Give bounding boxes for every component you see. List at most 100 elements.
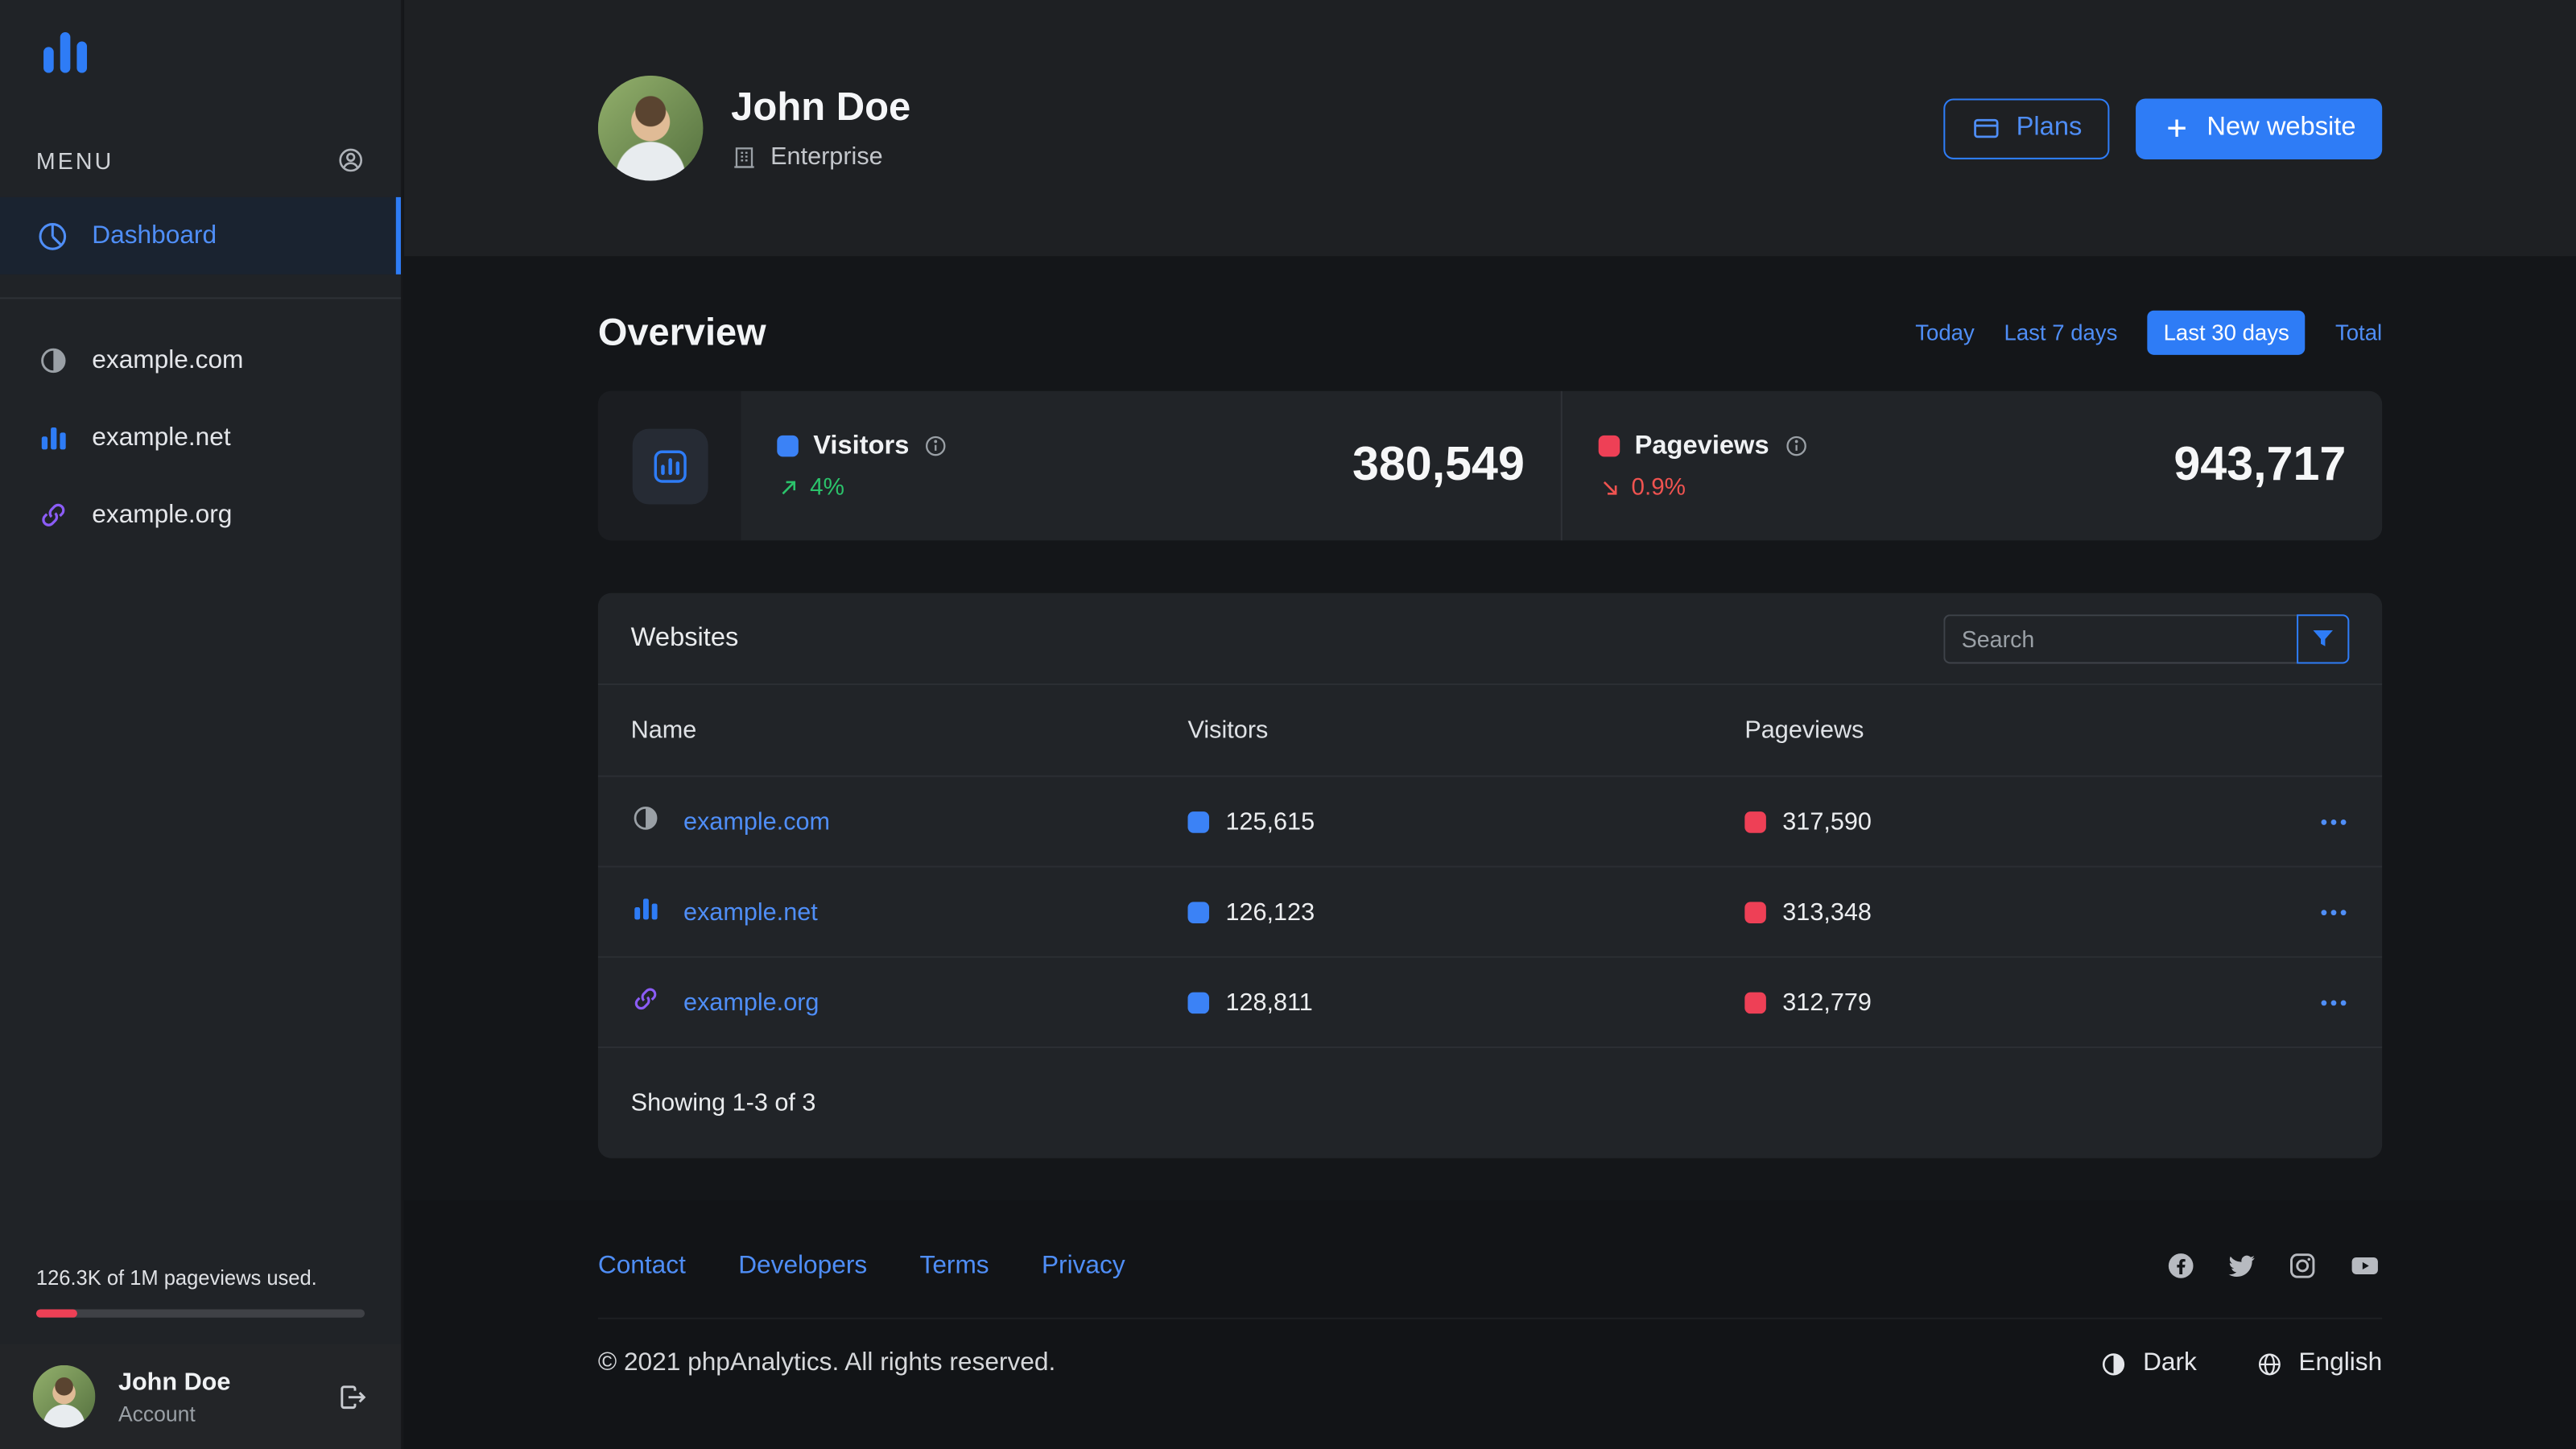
twitter-icon[interactable] [2226,1250,2257,1282]
contrast-icon [2100,1350,2128,1378]
usage-section: 126.3K of 1M pageviews used. [0,1266,401,1344]
sidebar-nav: Dashboard example.com example.net exampl… [0,196,401,554]
table-row: example.org 128,811 312,779 [597,956,2383,1046]
menu-heading: MENU [35,147,114,174]
new-website-button[interactable]: New website [2136,97,2383,159]
sidebar-item-example-net[interactable]: example.net [0,399,401,477]
sidebar-item-label: Dashboard [92,221,217,250]
stat-delta-value: 4% [810,473,844,501]
user-circle-icon[interactable] [336,147,365,175]
filter-today[interactable]: Today [1915,320,1975,345]
main: John Doe Enterprise Plans New website Ov… [404,0,2576,1449]
stat-label: Pageviews [1634,431,1769,460]
table-row: example.com 125,615 317,590 [597,775,2383,865]
footer-link-contact[interactable]: Contact [598,1251,686,1281]
facebook-icon[interactable] [2165,1250,2197,1282]
filter-last-7-days[interactable]: Last 7 days [2004,320,2118,345]
footer-link-privacy[interactable]: Privacy [1042,1251,1125,1281]
visitors-swatch [1187,811,1210,832]
row-actions-button[interactable] [2284,896,2350,927]
account-role: Account [118,1400,196,1426]
account-meta: John Doe Account [118,1368,314,1425]
trend-up-icon [777,476,800,499]
stat-delta-value: 0.9% [1631,473,1686,501]
search-input[interactable] [1943,613,2297,663]
app: MENU Dashboard example.com example.net e… [0,0,2576,1449]
avatar [597,75,704,181]
website-link[interactable]: example.com [683,807,830,836]
date-filters: Today Last 7 days Last 30 days Total [1915,310,2382,355]
sidebar: MENU Dashboard example.com example.net e… [0,0,402,1449]
bar-chart-icon [631,894,661,930]
row-actions-button[interactable] [2284,806,2350,837]
stat-visitors: Visitors 4% 380,549 [741,391,1560,541]
contrast-icon [631,803,661,840]
visitors-count: 126,123 [1225,898,1315,926]
credit-card-icon [1972,114,2002,143]
stat-label: Visitors [813,431,910,460]
pageviews-count: 312,779 [1782,988,1872,1017]
social-links [2165,1250,2382,1282]
websites-card: Websites Search Name Visitors Pageviews … [597,592,2383,1158]
account-card[interactable]: John Doe Account [0,1344,401,1449]
table-header: Name Visitors Pageviews [597,683,2383,775]
filter-total[interactable]: Total [2335,320,2382,345]
logo-icon [0,0,401,90]
building-icon [731,144,758,171]
card-title: Websites [630,623,739,652]
logout-icon[interactable] [336,1381,368,1412]
filter-button[interactable] [2297,613,2350,663]
youtube-icon[interactable] [2347,1250,2382,1282]
plan-label: Enterprise [770,142,883,171]
usage-progress-bar [35,1309,365,1318]
visitors-count: 125,615 [1225,807,1315,836]
footer-link-developers[interactable]: Developers [738,1251,867,1281]
visitors-swatch [1187,901,1210,923]
funnel-icon [2310,625,2336,652]
section-title: Overview [597,310,766,353]
pageviews-swatch [1744,991,1766,1013]
sidebar-item-label: example.org [92,500,233,529]
avatar [32,1364,96,1428]
footer-link-terms[interactable]: Terms [920,1251,989,1281]
footer: Contact Developers Terms Privacy © 2021 … [404,1200,2576,1449]
pie-chart-icon [36,219,69,252]
content: Overview Today Last 7 days Last 30 days … [404,256,2576,1201]
instagram-icon[interactable] [2287,1250,2318,1282]
menu-header: MENU [0,90,401,197]
column-header-visitors: Visitors [1187,716,1269,745]
pageviews-swatch [1744,901,1766,923]
pageviews-count: 317,590 [1782,807,1872,836]
language-selector[interactable]: English [2256,1349,2382,1379]
bar-chart-icon [36,422,69,453]
visitors-swatch [777,435,799,457]
sidebar-item-example-org[interactable]: example.org [0,477,401,554]
globe-icon [2256,1350,2284,1378]
stats-card: Visitors 4% 380,549 Pageviews 0.9% 943,7… [597,390,2383,541]
sidebar-item-label: example.net [92,423,231,452]
column-header-name: Name [630,716,697,745]
footer-links: Contact Developers Terms Privacy [598,1251,1125,1281]
sidebar-item-example-com[interactable]: example.com [0,322,401,399]
visitors-count: 128,811 [1225,988,1313,1017]
visitors-value: 380,549 [1352,438,1525,492]
row-actions-button[interactable] [2284,987,2350,1018]
topbar: John Doe Enterprise Plans New website [404,0,2576,257]
pagination-status: Showing 1-3 of 3 [597,1046,2383,1158]
stat-pageviews: Pageviews 0.9% 943,717 [1560,390,2382,541]
sidebar-item-label: example.com [92,345,244,374]
website-link[interactable]: example.org [683,989,819,1017]
plans-button[interactable]: Plans [1943,97,2111,159]
contrast-icon [36,345,69,377]
pageviews-swatch [1744,811,1766,832]
info-icon[interactable] [924,434,949,459]
theme-toggle[interactable]: Dark [2100,1349,2197,1379]
sidebar-divider [0,297,401,299]
filter-last-30-days[interactable]: Last 30 days [2147,310,2306,355]
page-title: John Doe [731,85,911,130]
pageviews-value: 943,717 [2174,438,2347,492]
website-link[interactable]: example.net [683,898,818,926]
sidebar-item-dashboard[interactable]: Dashboard [0,196,401,275]
stats-icon-zone [597,390,741,541]
info-icon[interactable] [1784,434,1809,459]
